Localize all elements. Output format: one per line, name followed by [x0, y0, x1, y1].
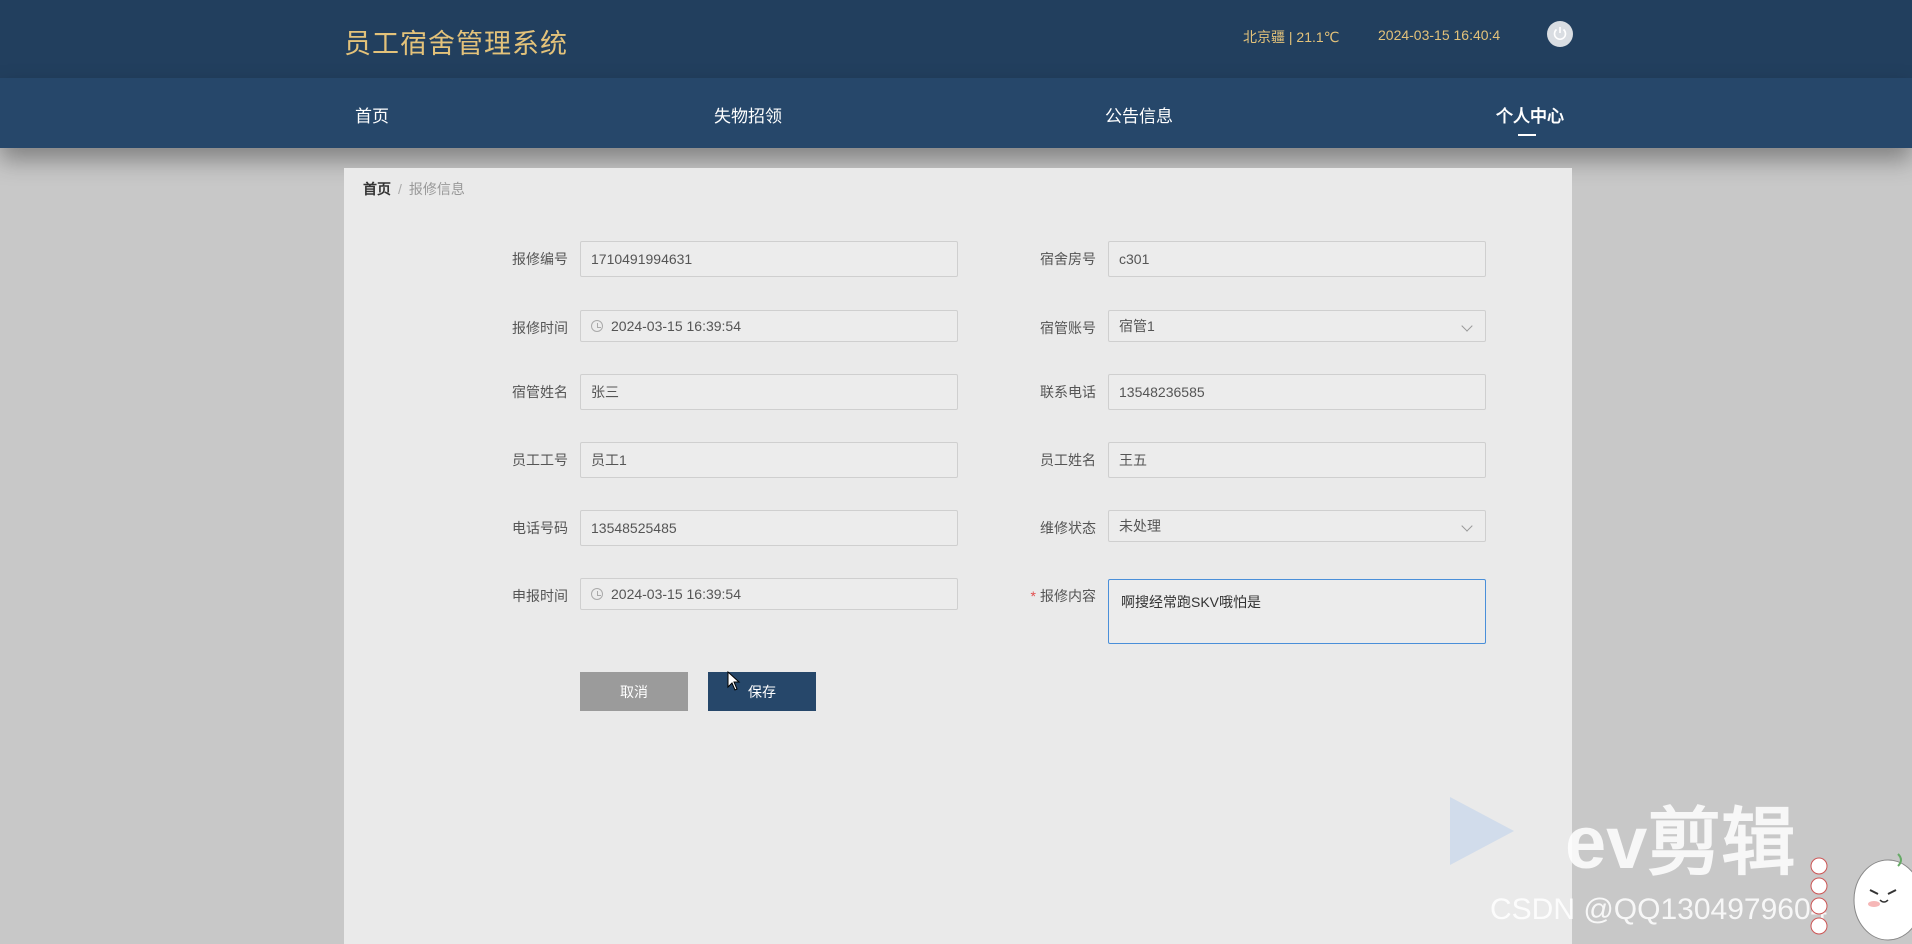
manager-name-input[interactable]: 张三 — [580, 374, 958, 410]
power-icon — [1553, 27, 1567, 41]
manager-account-select[interactable]: 宿管1 — [1108, 310, 1486, 342]
repair-content-label-text: 报修内容 — [1040, 588, 1096, 604]
repair-time-picker[interactable]: 2024-03-15 16:39:54 — [580, 310, 958, 342]
clock-icon — [591, 320, 603, 332]
manager-account-value: 宿管1 — [1119, 318, 1155, 334]
report-time-value: 2024-03-15 16:39:54 — [611, 586, 741, 602]
breadcrumb: 首页 / 报修信息 — [363, 179, 465, 199]
dorm-room-label: 宿舍房号 — [1040, 251, 1096, 267]
watermark-brand: ev剪辑 — [1565, 801, 1796, 884]
report-time-label: 申报时间 — [512, 588, 568, 604]
nav-item-home[interactable]: 首页 — [355, 102, 389, 127]
logout-power-icon[interactable] — [1547, 21, 1573, 47]
contact-phone-label: 联系电话 — [1040, 384, 1096, 400]
repair-no-input[interactable]: 1710491994631 — [580, 241, 958, 277]
breadcrumb-current: 报修信息 — [408, 181, 465, 197]
main-nav: 首页 失物招领 公告信息 个人中心 — [0, 78, 1912, 148]
clock-icon — [591, 588, 603, 600]
employee-id-label: 员工工号 — [512, 452, 568, 468]
manager-name-label: 宿管姓名 — [512, 384, 568, 400]
employee-id-input[interactable]: 员工1 — [580, 442, 958, 478]
repair-time-label: 报修时间 — [512, 320, 568, 336]
phone-label: 电话号码 — [512, 520, 568, 536]
top-header: 员工宿舍管理系统 北京疆 | 21.1℃ 2024-03-15 16:40:4 — [0, 0, 1912, 78]
nav-active-indicator — [1518, 134, 1536, 136]
contact-phone-input[interactable]: 13548236585 — [1108, 374, 1486, 410]
employee-name-label: 员工姓名 — [1040, 452, 1096, 468]
repair-status-label: 维修状态 — [1040, 520, 1096, 536]
repair-no-label: 报修编号 — [512, 251, 568, 267]
report-time-picker[interactable]: 2024-03-15 16:39:54 — [580, 578, 958, 610]
repair-time-value: 2024-03-15 16:39:54 — [611, 318, 741, 334]
stamp-icon — [1810, 857, 1828, 935]
manager-account-label: 宿管账号 — [1040, 320, 1096, 336]
mascot-icon — [1853, 853, 1912, 941]
current-datetime: 2024-03-15 16:40:4 — [1378, 27, 1501, 43]
breadcrumb-home[interactable]: 首页 — [363, 181, 391, 197]
app-title: 员工宿舍管理系统 — [344, 29, 568, 59]
nav-item-announcements[interactable]: 公告信息 — [1105, 102, 1173, 127]
phone-input[interactable]: 13548525485 — [580, 510, 958, 546]
nav-item-personal-center[interactable]: 个人中心 — [1496, 102, 1564, 127]
form-card — [344, 168, 1572, 944]
save-button[interactable]: 保存 — [708, 672, 816, 711]
cancel-button[interactable]: 取消 — [580, 672, 688, 711]
ev-logo-icon — [1450, 797, 1514, 865]
repair-status-value: 未处理 — [1119, 518, 1161, 534]
breadcrumb-separator: / — [398, 181, 402, 197]
chevron-down-icon — [1461, 520, 1473, 532]
repair-status-select[interactable]: 未处理 — [1108, 510, 1486, 542]
repair-content-textarea[interactable]: 啊搜经常跑SKV哦怕是 — [1108, 579, 1486, 644]
chevron-down-icon — [1461, 320, 1473, 332]
watermark-csdn: CSDN @QQ1304979604 — [1490, 893, 1828, 926]
mouse-cursor-icon — [727, 671, 741, 691]
required-mark: * — [1030, 588, 1036, 604]
nav-item-lost-found[interactable]: 失物招领 — [714, 102, 782, 127]
dorm-room-input[interactable]: c301 — [1108, 241, 1486, 277]
repair-content-label: * 报修内容 — [1016, 586, 1096, 606]
weather-info: 北京疆 | 21.1℃ — [1243, 29, 1340, 45]
employee-name-input[interactable]: 王五 — [1108, 442, 1486, 478]
